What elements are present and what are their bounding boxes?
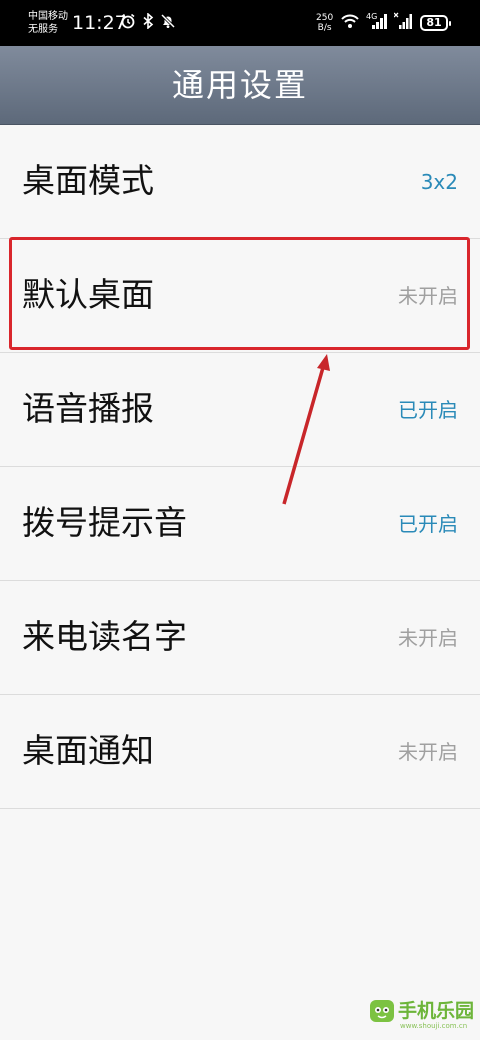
annotation-arrow-icon xyxy=(282,354,330,505)
setting-desktop-mode[interactable]: 桌面模式 3x2 xyxy=(0,125,480,239)
settings-list: 桌面模式 3x2 默认桌面 未开启 语音播报 已开启 拨号提示音 已开启 来电读… xyxy=(0,125,480,809)
speed-value: 250 xyxy=(316,13,334,23)
setting-value: 未开启 xyxy=(398,626,458,650)
speed-unit: B/s xyxy=(317,23,332,33)
status-bar: 中国移动 无服务 11:27 250 B/s 4G 81 xyxy=(0,0,480,46)
title-bar: 通用设置 xyxy=(0,46,480,125)
setting-label: 来电读名字 xyxy=(22,617,187,656)
setting-value: 已开启 xyxy=(398,512,458,536)
signal-icon: 4G xyxy=(366,12,388,34)
setting-voice-broadcast[interactable]: 语音播报 已开启 xyxy=(0,353,480,467)
setting-read-caller-name[interactable]: 来电读名字 未开启 xyxy=(0,581,480,695)
page-title: 通用设置 xyxy=(171,66,308,104)
bluetooth-icon xyxy=(142,12,154,33)
setting-label: 桌面通知 xyxy=(22,731,154,770)
mute-icon xyxy=(160,13,176,33)
watermark-url: www.shouji.com.cn xyxy=(400,1022,468,1030)
setting-value: 已开启 xyxy=(398,398,458,422)
setting-desktop-notification[interactable]: 桌面通知 未开启 xyxy=(0,695,480,809)
setting-dial-tone[interactable]: 拨号提示音 已开启 xyxy=(0,467,480,581)
service-status: 无服务 xyxy=(28,24,58,35)
watermark-logo-icon xyxy=(370,1000,394,1022)
signal-x-icon xyxy=(393,12,412,34)
alarm-icon xyxy=(120,13,136,33)
network-speed: 250 B/s xyxy=(316,13,333,33)
setting-label: 拨号提示音 xyxy=(22,503,187,542)
battery-icon: 81 xyxy=(420,15,451,31)
setting-label: 桌面模式 xyxy=(22,161,154,200)
clock: 11:27 xyxy=(72,12,127,34)
highlight-box xyxy=(9,237,470,350)
setting-label: 语音播报 xyxy=(22,389,154,428)
watermark-text: 手机乐园 xyxy=(398,1000,475,1022)
carrier-info: 中国移动 无服务 xyxy=(28,10,68,36)
setting-value: 3x2 xyxy=(420,170,458,194)
setting-value: 未开启 xyxy=(398,740,458,764)
carrier-name: 中国移动 xyxy=(28,11,68,22)
wifi-icon xyxy=(340,13,360,33)
battery-level: 81 xyxy=(426,16,442,29)
network-type-label: 4G xyxy=(366,12,377,21)
watermark: 手机乐园 xyxy=(370,1000,474,1022)
